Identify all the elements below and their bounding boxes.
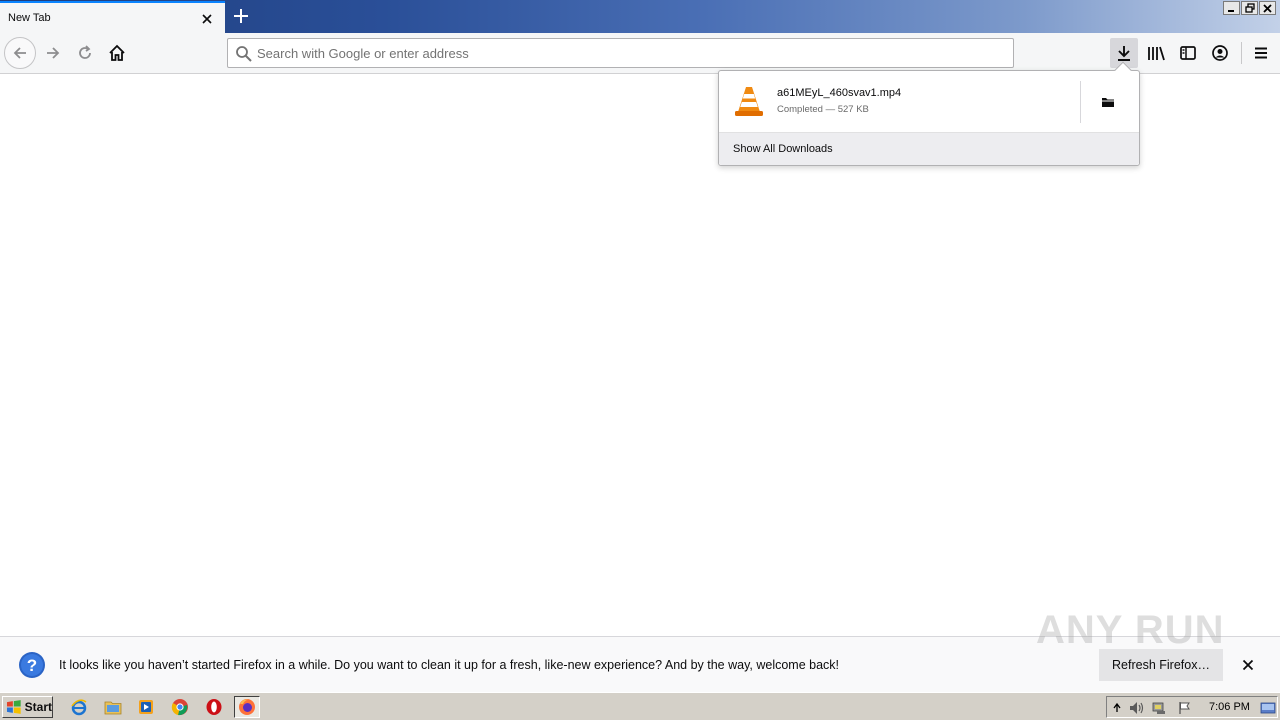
folder-icon: [1102, 98, 1114, 107]
taskbar-media-player[interactable]: [133, 696, 159, 718]
taskbar-firefox[interactable]: [234, 696, 260, 718]
open-folder-button[interactable]: [1097, 91, 1119, 113]
chrome-icon: [171, 699, 188, 716]
opera-icon: [206, 699, 222, 715]
media-player-icon: [139, 700, 153, 714]
account-button[interactable]: [1206, 38, 1234, 68]
show-all-downloads-label: Show All Downloads: [733, 143, 833, 155]
account-icon: [1212, 45, 1228, 61]
notification-bar: ? It looks like you haven’t started Fire…: [0, 636, 1280, 692]
arrow-left-icon: [13, 47, 26, 59]
home-icon: [109, 44, 125, 61]
tab-title: New Tab: [8, 12, 51, 24]
system-tray: 7:06 PM: [1106, 696, 1278, 718]
restore-button[interactable]: [1241, 1, 1258, 15]
nav-toolbar: [0, 33, 1280, 74]
reload-button[interactable]: [69, 37, 101, 69]
ie-icon: [71, 699, 87, 716]
toolbar-separator: [1241, 42, 1242, 64]
firefox-icon: [239, 699, 255, 715]
taskbar-explorer[interactable]: [100, 696, 126, 718]
taskbar-chrome[interactable]: [167, 696, 193, 718]
home-button[interactable]: [101, 37, 133, 69]
download-status: Completed — 527 KB: [777, 104, 869, 115]
download-icon: [1118, 46, 1130, 61]
close-notification-icon[interactable]: [1238, 655, 1258, 675]
network-icon[interactable]: [1152, 700, 1168, 716]
svg-text:?: ?: [27, 656, 37, 675]
window-controls: [1223, 1, 1276, 15]
forward-button[interactable]: [37, 37, 69, 69]
action-center-flag-icon[interactable]: [1177, 700, 1193, 716]
vlc-cone-icon: [733, 84, 765, 118]
reload-icon: [79, 45, 91, 59]
start-label: Start: [24, 700, 52, 714]
notification-message: It looks like you haven’t started Firefo…: [59, 658, 840, 672]
sidebar-icon: [1180, 46, 1196, 60]
start-button[interactable]: Start: [2, 696, 53, 718]
address-input[interactable]: [257, 40, 997, 66]
explorer-icon: [104, 701, 122, 715]
taskbar-opera[interactable]: [201, 696, 227, 718]
download-item-divider: [1080, 81, 1081, 123]
tray-expand-icon[interactable]: [1109, 700, 1125, 716]
tab-new-tab[interactable]: New Tab: [0, 1, 225, 33]
taskbar-ie[interactable]: [66, 696, 92, 718]
show-all-downloads-button[interactable]: Show All Downloads: [719, 133, 1139, 165]
show-desktop-icon[interactable]: [1260, 700, 1276, 716]
hamburger-icon: [1255, 47, 1267, 59]
close-tab-icon[interactable]: [198, 10, 216, 28]
taskbar: Start 7:06 PM: [0, 692, 1280, 720]
taskbar-clock: 7:06 PM: [1209, 701, 1250, 713]
download-item[interactable]: a61MEyL_460svav1.mp4 Completed — 527 KB: [719, 71, 1139, 133]
search-icon: [235, 45, 253, 63]
windows-logo-icon: [6, 700, 21, 714]
back-button[interactable]: [4, 37, 36, 69]
close-window-button[interactable]: [1259, 1, 1276, 15]
library-button[interactable]: [1142, 38, 1170, 68]
downloads-panel: a61MEyL_460svav1.mp4 Completed — 527 KB …: [718, 61, 1140, 166]
library-icon: [1148, 46, 1165, 61]
new-tab-button[interactable]: [229, 4, 253, 28]
question-icon: ?: [18, 651, 46, 679]
volume-icon[interactable]: [1129, 700, 1145, 716]
plus-icon: [234, 9, 248, 23]
menu-button[interactable]: [1247, 38, 1275, 68]
url-bar[interactable]: [227, 38, 1014, 68]
minimize-button[interactable]: [1223, 1, 1240, 15]
arrow-right-icon: [47, 47, 60, 59]
title-bar: New Tab: [0, 0, 1280, 33]
download-filename: a61MEyL_460svav1.mp4: [777, 87, 902, 99]
refresh-firefox-button[interactable]: Refresh Firefox…: [1099, 649, 1223, 681]
sidebar-button[interactable]: [1174, 38, 1202, 68]
